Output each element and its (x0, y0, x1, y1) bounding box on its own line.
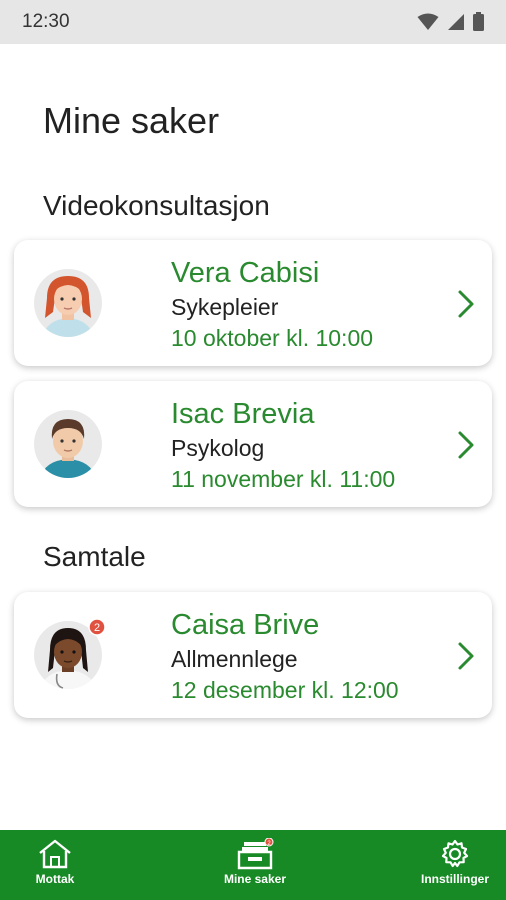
status-time: 12:30 (22, 11, 70, 32)
avatar-vera-cabisi (34, 269, 102, 337)
nav-item-mine-saker[interactable]: 2 Mine saker (205, 830, 305, 900)
wifi-icon (417, 13, 439, 30)
nav-label: Mine saker (223, 872, 287, 886)
contact-role: Allmennlege (171, 646, 298, 672)
chevron-right-icon (458, 642, 474, 670)
status-bar: 12:30 (0, 0, 506, 44)
home-icon (39, 839, 71, 869)
case-card-caisa-brive[interactable]: 2 Caisa Brive Allmennlege 12 desember kl… (14, 592, 492, 718)
cases-icon: 2 (237, 838, 274, 870)
status-icons (417, 12, 484, 31)
badge-count: 2 (94, 622, 100, 634)
contact-name: Vera Cabisi (171, 257, 320, 289)
section-title-videokonsultasjon: Videokonsultasjon (43, 190, 270, 221)
case-card-vera-cabisi[interactable]: Vera Cabisi Sykepleier 10 oktober kl. 10… (14, 240, 492, 366)
page-title: Mine saker (43, 100, 220, 141)
contact-name: Isac Brevia (171, 398, 315, 430)
avatar-isac-brevia (34, 410, 102, 478)
contact-role: Sykepleier (171, 294, 279, 320)
appointment-date: 10 oktober kl. 10:00 (171, 325, 374, 351)
nav-item-innstillinger[interactable]: Innstillinger (410, 830, 500, 900)
battery-icon (473, 12, 484, 31)
chevron-right-icon (458, 290, 474, 318)
signal-icon (448, 14, 464, 30)
nav-label: Innstillinger (420, 872, 489, 886)
contact-role: Psykolog (171, 435, 265, 461)
contact-name: Caisa Brive (171, 609, 320, 641)
nav-item-mottak[interactable]: Mottak (18, 830, 92, 900)
section-title-samtale: Samtale (43, 541, 146, 572)
gear-icon (441, 839, 469, 868)
appointment-date: 12 desember kl. 12:00 (171, 677, 399, 703)
case-card-isac-brevia[interactable]: Isac Brevia Psykolog 11 november kl. 11:… (14, 381, 492, 507)
nav-label: Mottak (35, 872, 75, 886)
bottom-navigation: Mottak 2 Mine saker Innstillinger (0, 830, 506, 900)
chevron-right-icon (458, 431, 474, 459)
appointment-date: 11 november kl. 11:00 (171, 466, 396, 492)
notification-badge: 2 (88, 618, 106, 636)
